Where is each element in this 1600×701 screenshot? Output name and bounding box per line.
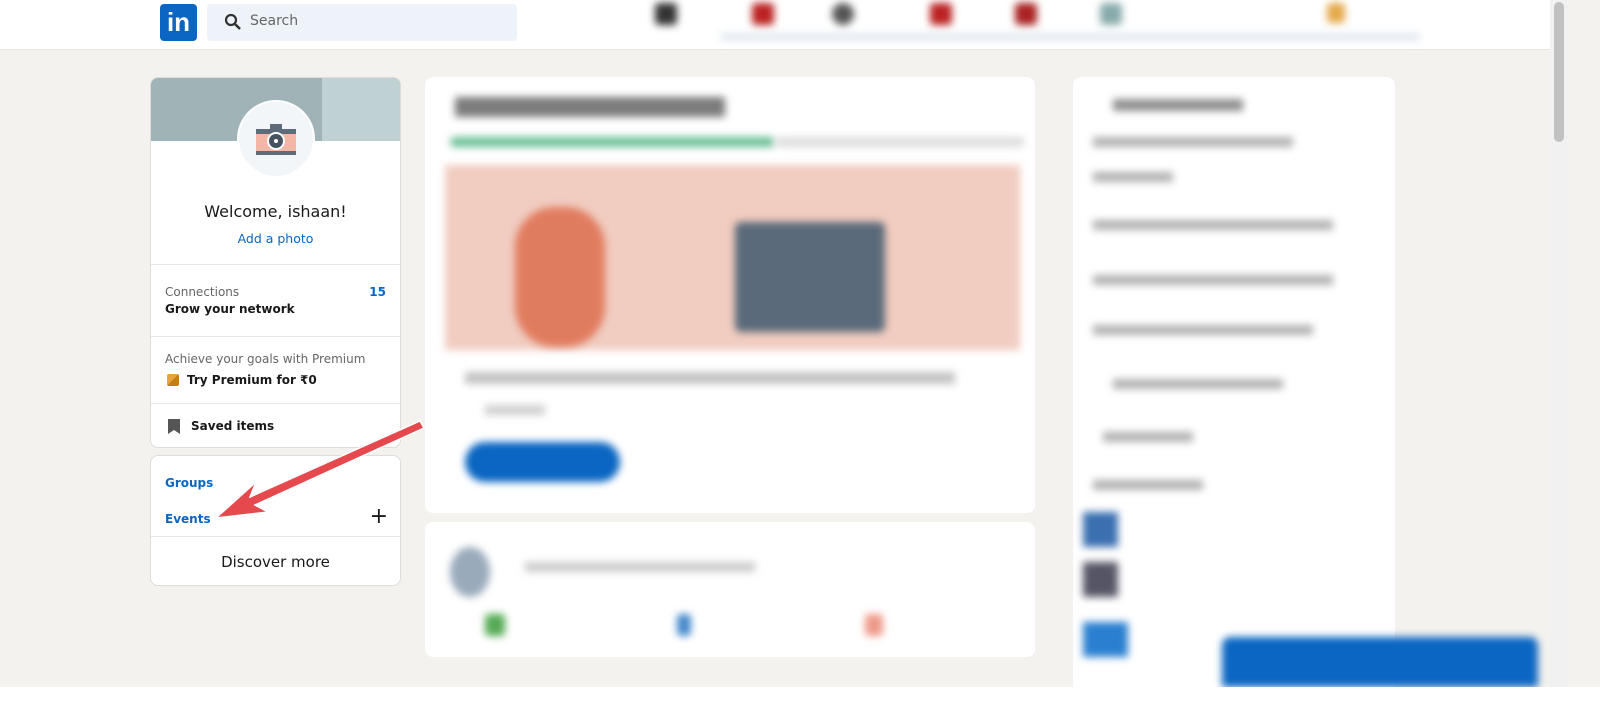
- add-photo-link[interactable]: Add a photo: [151, 231, 400, 246]
- onboarding-card: [425, 77, 1035, 513]
- discover-more-button[interactable]: Discover more: [151, 536, 400, 585]
- grow-network: Grow your network: [165, 302, 295, 316]
- connections-section[interactable]: Connections 15 Grow your network: [151, 264, 400, 336]
- post-composer: [425, 522, 1035, 657]
- community-card: Groups Events + Discover more: [150, 455, 401, 586]
- groups-link[interactable]: Groups: [165, 476, 213, 490]
- welcome-text: Welcome, ishaan!: [204, 202, 347, 221]
- discover-more-label: Discover more: [221, 553, 330, 571]
- profile-avatar[interactable]: [237, 100, 315, 178]
- bookmark-icon: [168, 419, 180, 434]
- news-sidebar: [1073, 77, 1395, 697]
- scrollbar-thumb[interactable]: [1554, 2, 1564, 142]
- bottom-strip: [0, 687, 1600, 701]
- saved-items[interactable]: Saved items: [151, 403, 400, 447]
- premium-icon: [167, 374, 179, 386]
- cta-button[interactable]: [465, 442, 620, 482]
- linkedin-logo[interactable]: in: [160, 4, 197, 41]
- search-input[interactable]: Search: [207, 4, 517, 41]
- connections-label: Connections: [165, 285, 240, 299]
- connections-count: 15: [369, 285, 386, 299]
- events-link[interactable]: Events: [165, 512, 211, 526]
- try-premium-link[interactable]: Try Premium for ₹0: [187, 373, 317, 387]
- saved-items-label: Saved items: [191, 419, 275, 433]
- add-event-button[interactable]: +: [370, 504, 388, 529]
- search-icon: [224, 13, 241, 30]
- search-placeholder: Search: [250, 13, 299, 29]
- profile-card: Welcome, ishaan! Add a photo Connections…: [150, 77, 401, 448]
- top-nav: in Search: [0, 0, 1550, 50]
- camera-icon: [256, 124, 296, 155]
- premium-section[interactable]: Achieve your goals with Premium Try Prem…: [151, 336, 400, 403]
- scrollbar[interactable]: [1550, 0, 1568, 687]
- premium-text: Achieve your goals with Premium: [165, 352, 366, 366]
- messaging-bar[interactable]: [1222, 637, 1538, 687]
